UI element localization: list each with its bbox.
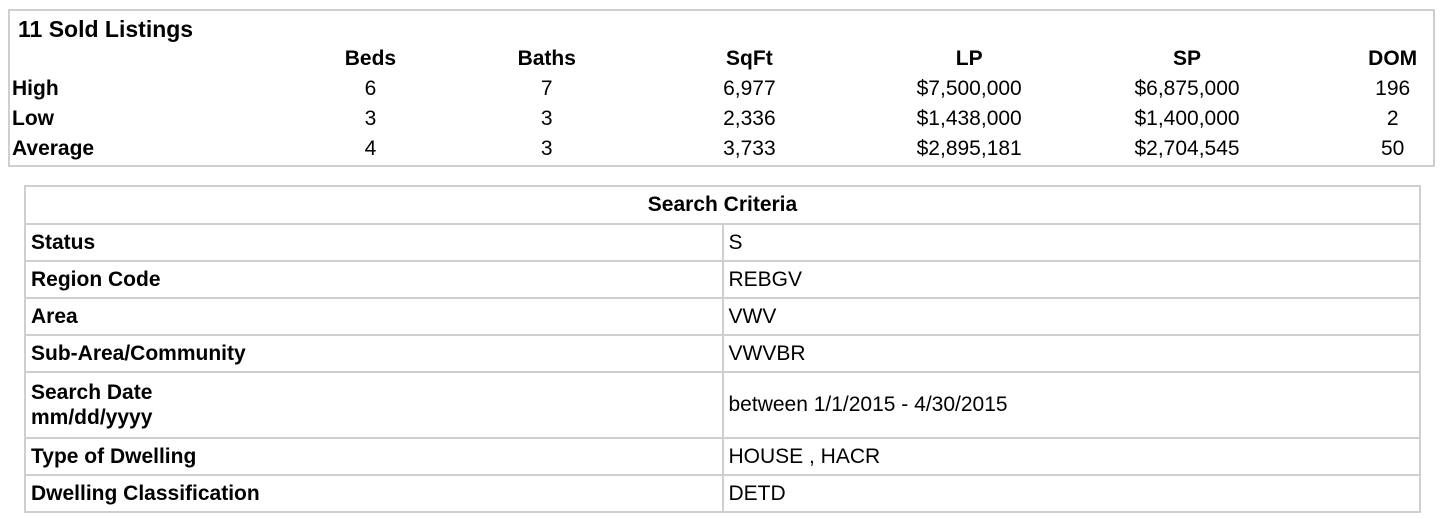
stats-cell: $1,438,000	[916, 107, 1022, 130]
stats-column-header: Beds	[344, 47, 397, 70]
criteria-row-dwelling-classification: Dwelling Classification DETD	[24, 474, 1421, 513]
stats-cell: $7,500,000	[916, 77, 1022, 100]
criteria-value: S	[721, 223, 1421, 262]
stats-cell: 3,733	[723, 137, 776, 160]
summary-stats-table: Beds Baths SqFt LP SP DOM High 6 7 6,977 $7,500,00…	[12, 44, 1433, 164]
stats-cell: 4	[364, 137, 377, 160]
sold-listings-summary: 11 Sold Listings Beds Baths SqFt LP SP DOM Hig…	[8, 9, 1435, 167]
stats-cell: $2,704,545	[1134, 137, 1240, 160]
criteria-row-sub-area: Sub-Area/Community VWVBR	[24, 334, 1421, 373]
stats-column-header: SqFt	[726, 47, 773, 70]
stats-corner-cell	[12, 44, 229, 74]
stats-cell: 3	[540, 107, 553, 130]
stats-row: Average 4 3 3,733 $2,895,181 $2,704,545 50	[12, 134, 1433, 164]
criteria-value: HOUSE , HACR	[721, 437, 1421, 476]
stats-cell: 7	[540, 77, 553, 100]
search-criteria-section: Search Criteria Status S Region Code REB…	[24, 185, 1421, 513]
criteria-label-line1: Search Date	[31, 381, 153, 404]
search-criteria-table: Search Criteria Status S Region Code REB…	[24, 185, 1421, 513]
stats-column-header: LP	[955, 47, 983, 70]
stats-row-label: Average	[12, 137, 95, 160]
criteria-row-search-date: Search Date mm/dd/yyyy between 1/1/2015 …	[24, 371, 1421, 439]
criteria-label: Area	[24, 297, 724, 336]
criteria-row-type-of-dwelling: Type of Dwelling HOUSE , HACR	[24, 437, 1421, 476]
stats-row: Low 3 3 2,336 $1,438,000 $1,400,000 2	[12, 104, 1433, 134]
stats-row-label: Low	[12, 107, 54, 130]
stats-cell: 3	[364, 107, 377, 130]
criteria-label: Search Date mm/dd/yyyy	[24, 371, 724, 439]
stats-cell: $2,895,181	[916, 137, 1022, 160]
criteria-row-region-code: Region Code REBGV	[24, 260, 1421, 299]
stats-cell: $6,875,000	[1134, 77, 1240, 100]
criteria-label: Status	[24, 223, 724, 262]
criteria-value: DETD	[721, 474, 1421, 513]
stats-column-header: SP	[1173, 47, 1202, 70]
criteria-label: Region Code	[24, 260, 724, 299]
stats-column-header: Baths	[517, 47, 576, 70]
criteria-label: Sub-Area/Community	[24, 334, 724, 373]
stats-header-row: Beds Baths SqFt LP SP DOM	[12, 44, 1433, 74]
search-criteria-heading: Search Criteria	[24, 185, 1421, 225]
criteria-label: Type of Dwelling	[24, 437, 724, 476]
stats-cell: 6	[364, 77, 377, 100]
stats-row-label: High	[12, 77, 59, 100]
criteria-label: Dwelling Classification	[24, 474, 724, 513]
stats-cell: $1,400,000	[1134, 107, 1240, 130]
criteria-row-area: Area VWV	[24, 297, 1421, 336]
criteria-value: REBGV	[721, 260, 1421, 299]
stats-cell: 2,336	[723, 107, 776, 130]
stats-row: High 6 7 6,977 $7,500,000 $6,875,000 196	[12, 74, 1433, 104]
summary-title: 11 Sold Listings	[18, 16, 194, 42]
criteria-row-status: Status S	[24, 223, 1421, 262]
stats-cell: 6,977	[723, 77, 776, 100]
stats-cell: 3	[540, 137, 553, 160]
stats-cell: 2	[1386, 107, 1399, 130]
stats-column-header: DOM	[1368, 47, 1418, 70]
criteria-value: between 1/1/2015 - 4/30/2015	[721, 371, 1421, 439]
stats-cell: 196	[1375, 77, 1411, 100]
criteria-label-line2: mm/dd/yyyy	[31, 406, 153, 429]
stats-cell: 50	[1381, 137, 1405, 160]
criteria-value: VWVBR	[721, 334, 1421, 373]
criteria-value: VWV	[721, 297, 1421, 336]
